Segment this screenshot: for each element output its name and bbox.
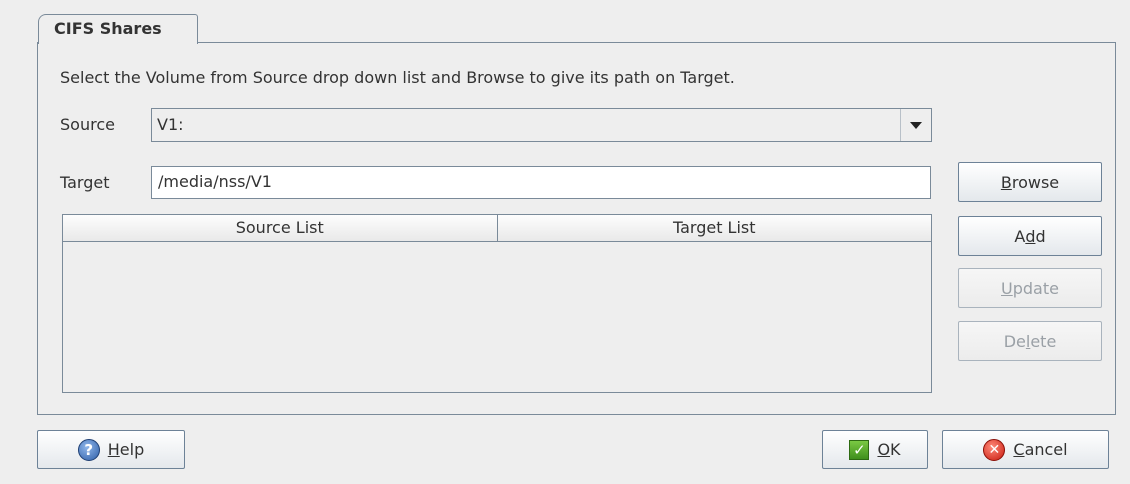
target-input[interactable]: /media/nss/V1 — [151, 166, 931, 199]
target-input-value: /media/nss/V1 — [158, 172, 272, 191]
source-dropdown-value: V1: — [157, 115, 184, 134]
update-button[interactable]: Update — [958, 268, 1102, 308]
table-header: Source List Target List — [63, 215, 931, 242]
instructions-text: Select the Volume from Source drop down … — [60, 68, 735, 87]
dropdown-arrow-icon[interactable] — [900, 109, 931, 141]
source-label: Source — [60, 115, 115, 134]
help-icon: ? — [77, 438, 100, 461]
browse-button[interactable]: Browse — [958, 162, 1102, 202]
tab-cifs-shares[interactable]: CIFS Shares — [38, 14, 198, 44]
cancel-icon: ✕ — [983, 438, 1006, 461]
column-header-target-list[interactable]: Target List — [496, 215, 931, 241]
column-header-source-list[interactable]: Source List — [63, 215, 497, 241]
add-button[interactable]: Add — [958, 216, 1102, 256]
cancel-button[interactable]: ✕ Cancel — [942, 430, 1109, 469]
delete-button[interactable]: De l ete — [958, 321, 1102, 361]
mapping-table[interactable]: Source List Target List — [62, 214, 932, 393]
ok-button[interactable]: ✓ OK — [822, 430, 928, 469]
tab-label: CIFS Shares — [54, 19, 162, 38]
cifs-shares-panel: Select the Volume from Source drop down … — [37, 42, 1116, 415]
help-button[interactable]: ? Help — [37, 430, 185, 469]
target-label: Target — [60, 173, 110, 192]
checkmark-icon: ✓ — [849, 439, 870, 460]
source-dropdown[interactable]: V1: — [151, 108, 932, 142]
